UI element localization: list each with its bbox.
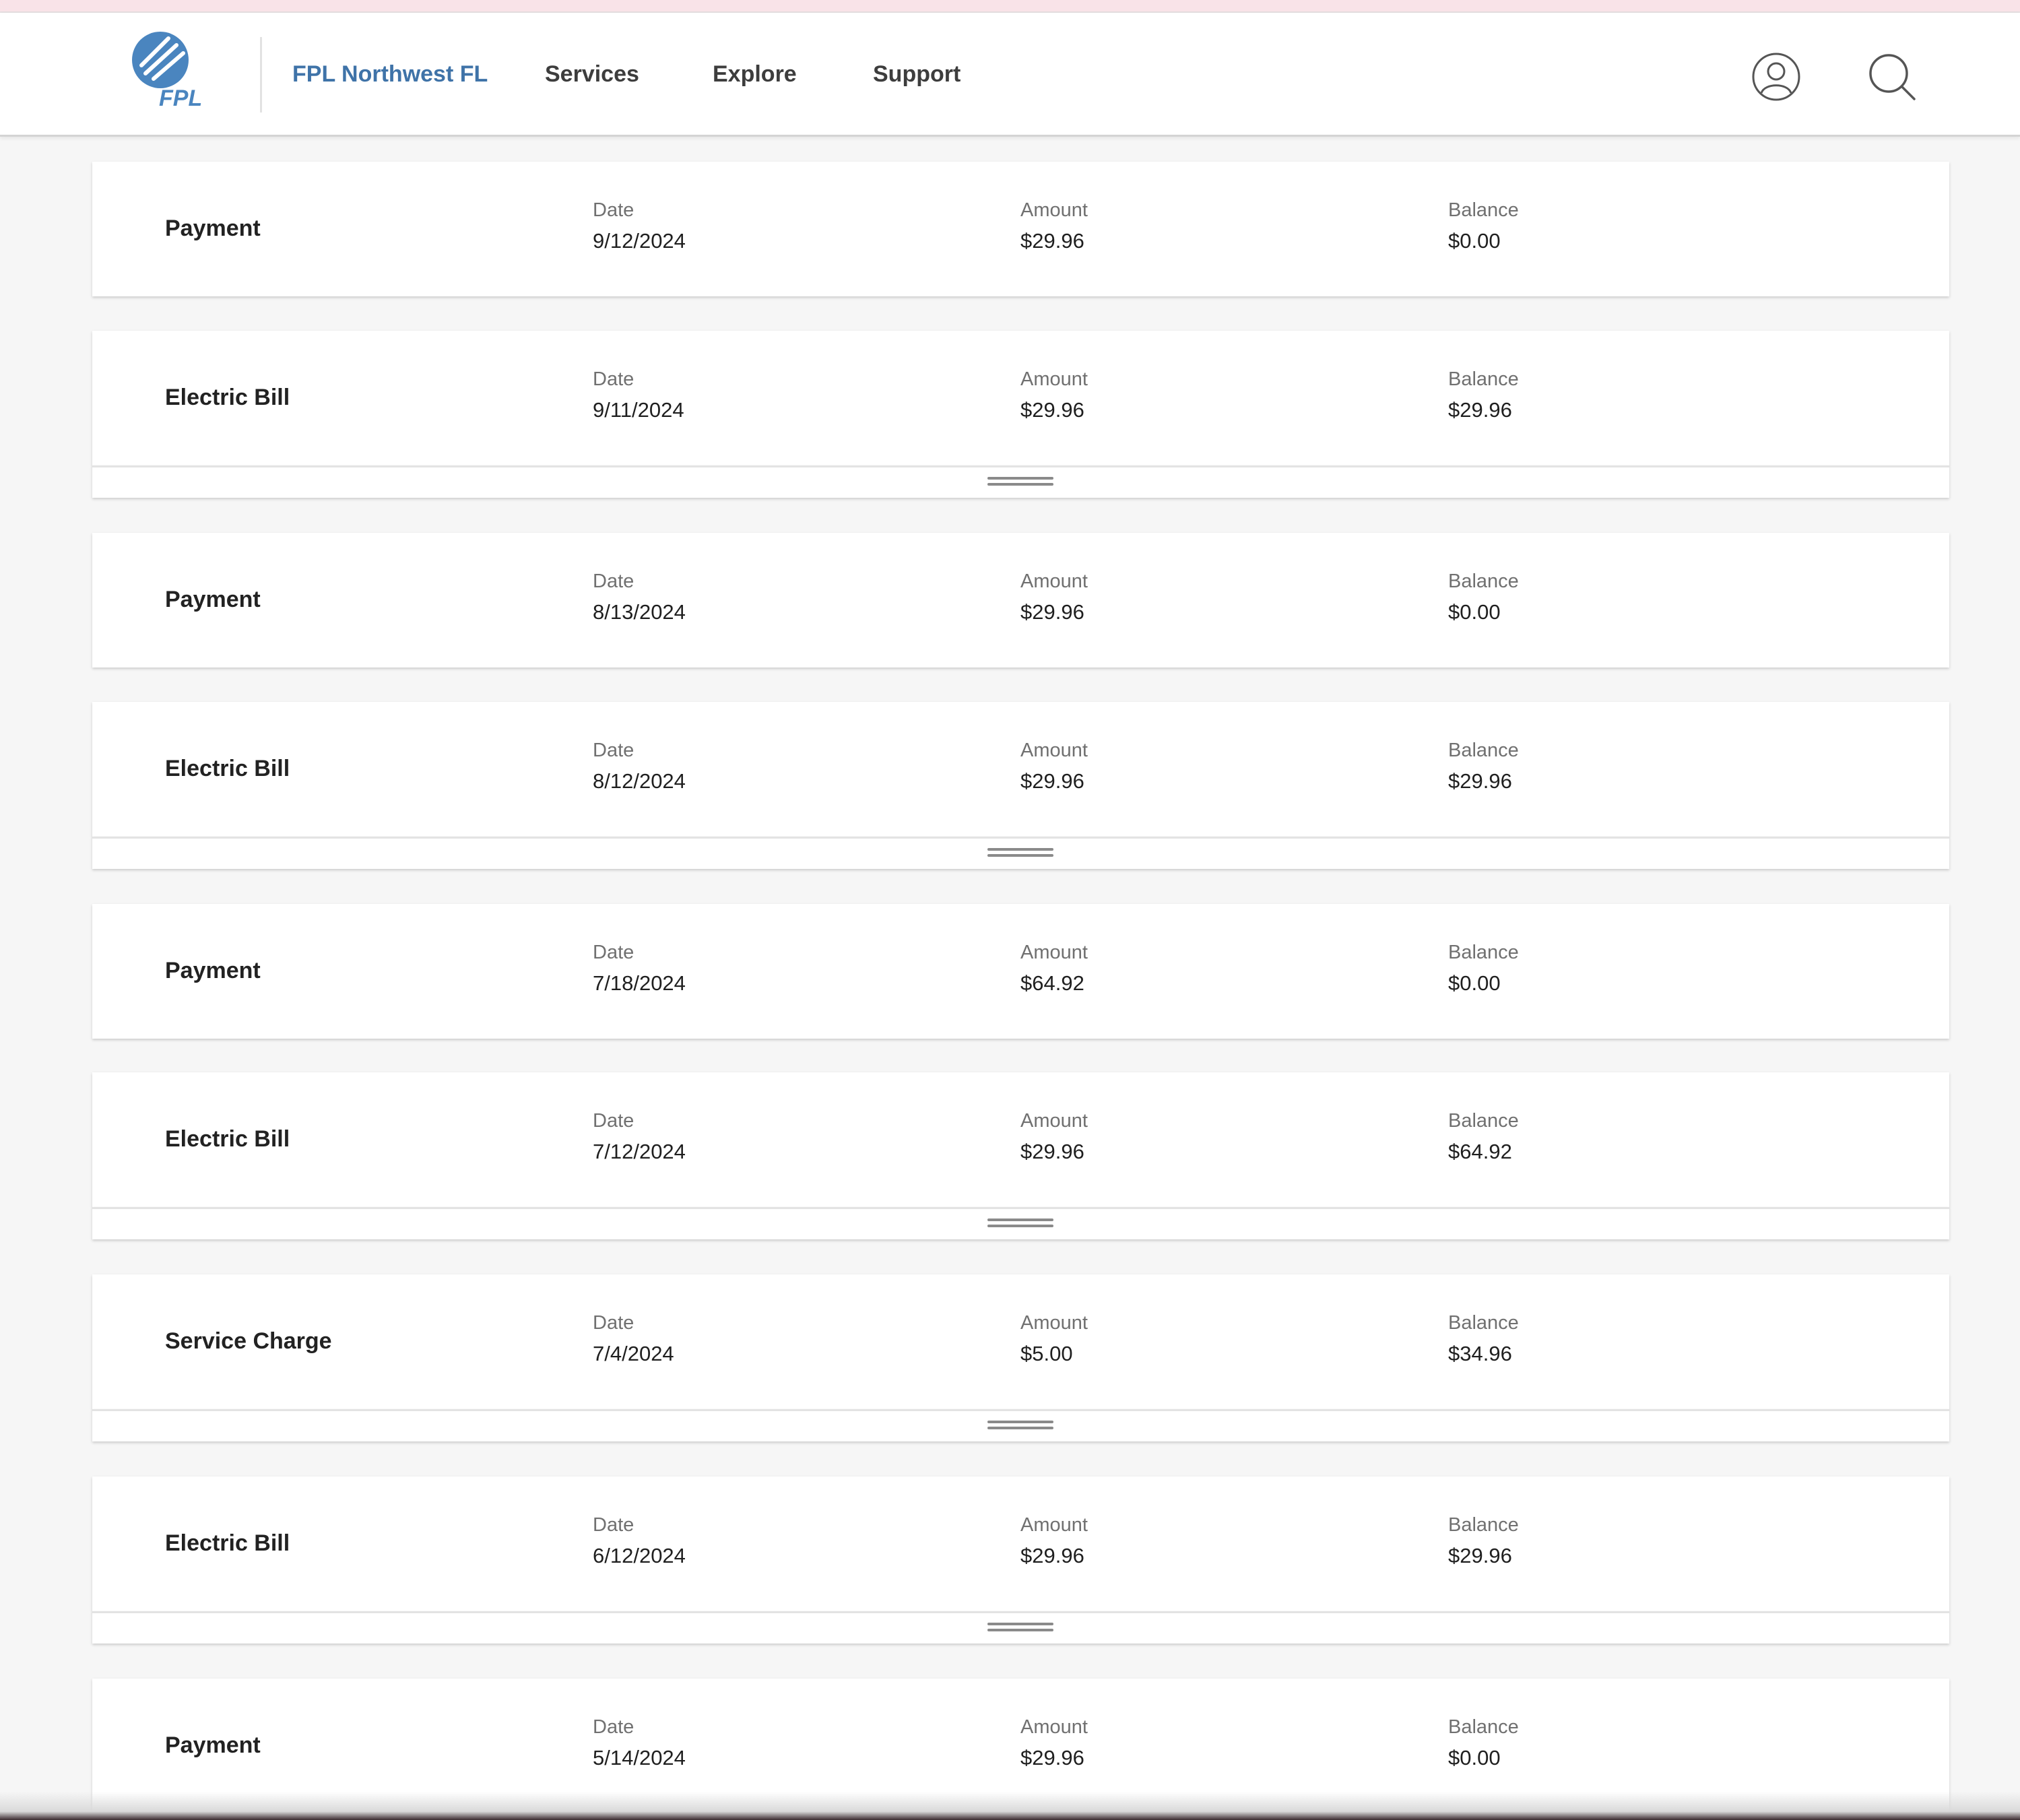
- amount-value: $29.96: [1020, 600, 1084, 624]
- balance-value: $0.00: [1448, 229, 1501, 253]
- transaction-type: Electric Bill: [165, 1530, 290, 1556]
- date-value: 8/12/2024: [593, 769, 686, 793]
- nav-services[interactable]: Services: [545, 61, 639, 88]
- transaction-card[interactable]: Electric Bill Date 8/12/2024 Amount $29.…: [92, 702, 1949, 837]
- amount-value: $29.96: [1020, 769, 1084, 793]
- date-value: 9/12/2024: [593, 229, 686, 253]
- amount-value: $5.00: [1020, 1342, 1073, 1365]
- amount-label: Amount: [1020, 199, 1088, 221]
- balance-value: $0.00: [1448, 1746, 1501, 1769]
- nav-explore[interactable]: Explore: [713, 61, 797, 88]
- logo-text: FPL: [159, 86, 202, 111]
- expand-details-toggle[interactable]: [92, 837, 1949, 869]
- search-icon[interactable]: [1866, 51, 1918, 103]
- balance-value: $29.96: [1448, 398, 1512, 422]
- balance-value: $29.96: [1448, 1544, 1512, 1567]
- amount-label: Amount: [1020, 571, 1088, 592]
- balance-label: Balance: [1448, 1514, 1519, 1536]
- drag-handle-icon: [987, 1421, 1053, 1430]
- drag-handle-icon: [987, 1623, 1053, 1632]
- balance-label: Balance: [1448, 571, 1519, 592]
- date-label: Date: [593, 368, 634, 390]
- amount-value: $64.92: [1020, 971, 1084, 995]
- transaction-card[interactable]: Electric Bill Date 6/12/2024 Amount $29.…: [92, 1476, 1949, 1611]
- balance-label: Balance: [1448, 199, 1519, 221]
- date-label: Date: [593, 740, 634, 761]
- date-label: Date: [593, 1110, 634, 1132]
- amount-value: $29.96: [1020, 229, 1084, 253]
- amount-label: Amount: [1020, 740, 1088, 761]
- amount-value: $29.96: [1020, 1544, 1084, 1567]
- date-value: 7/4/2024: [593, 1342, 674, 1365]
- balance-value: $0.00: [1448, 971, 1501, 995]
- amount-value: $29.96: [1020, 1746, 1084, 1769]
- drag-handle-icon: [987, 848, 1053, 857]
- amount-label: Amount: [1020, 1312, 1088, 1334]
- transaction-type: Payment: [165, 216, 261, 241]
- date-value: 8/13/2024: [593, 600, 686, 624]
- browser-top-strip: [0, 0, 2020, 13]
- balance-value: $29.96: [1448, 769, 1512, 793]
- date-label: Date: [593, 199, 634, 221]
- balance-label: Balance: [1448, 1716, 1519, 1738]
- amount-label: Amount: [1020, 1110, 1088, 1132]
- transaction-type: Service Charge: [165, 1328, 332, 1354]
- date-label: Date: [593, 571, 634, 592]
- transaction-card[interactable]: Payment Date 8/13/2024 Amount $29.96 Bal…: [92, 533, 1949, 668]
- date-label: Date: [593, 942, 634, 963]
- amount-label: Amount: [1020, 942, 1088, 963]
- date-value: 5/14/2024: [593, 1746, 686, 1769]
- drag-handle-icon: [987, 477, 1053, 486]
- balance-value: $64.92: [1448, 1140, 1512, 1163]
- transaction-card[interactable]: Service Charge Date 7/4/2024 Amount $5.0…: [92, 1274, 1949, 1409]
- balance-label: Balance: [1448, 740, 1519, 761]
- expand-details-toggle[interactable]: [92, 465, 1949, 498]
- date-label: Date: [593, 1312, 634, 1334]
- transaction-card[interactable]: Electric Bill Date 9/11/2024 Amount $29.…: [92, 331, 1949, 465]
- date-label: Date: [593, 1716, 634, 1738]
- amount-label: Amount: [1020, 368, 1088, 390]
- amount-value: $29.96: [1020, 1140, 1084, 1163]
- expand-details-toggle[interactable]: [92, 1207, 1949, 1239]
- transaction-type: Electric Bill: [165, 756, 290, 781]
- header-divider: [260, 37, 262, 112]
- window-bottom-edge: [0, 1792, 2020, 1820]
- transaction-type: Payment: [165, 1732, 261, 1758]
- amount-label: Amount: [1020, 1514, 1088, 1536]
- balance-label: Balance: [1448, 1110, 1519, 1132]
- amount-value: $29.96: [1020, 398, 1084, 422]
- date-label: Date: [593, 1514, 634, 1536]
- balance-value: $0.00: [1448, 600, 1501, 624]
- expand-details-toggle[interactable]: [92, 1409, 1949, 1441]
- date-value: 7/18/2024: [593, 971, 686, 995]
- expand-details-toggle[interactable]: [92, 1611, 1949, 1644]
- drag-handle-icon: [987, 1218, 1053, 1228]
- transaction-card[interactable]: Payment Date 7/18/2024 Amount $64.92 Bal…: [92, 904, 1949, 1039]
- transaction-type: Electric Bill: [165, 1126, 290, 1152]
- balance-value: $34.96: [1448, 1342, 1512, 1365]
- date-value: 9/11/2024: [593, 398, 684, 422]
- transaction-type: Payment: [165, 958, 261, 983]
- date-value: 7/12/2024: [593, 1140, 686, 1163]
- amount-label: Amount: [1020, 1716, 1088, 1738]
- transaction-card[interactable]: Electric Bill Date 7/12/2024 Amount $29.…: [92, 1072, 1949, 1207]
- account-icon[interactable]: [1750, 51, 1802, 103]
- date-value: 6/12/2024: [593, 1544, 686, 1567]
- nav-brand-link[interactable]: FPL Northwest FL: [292, 61, 488, 88]
- transaction-type: Electric Bill: [165, 385, 290, 410]
- balance-label: Balance: [1448, 942, 1519, 963]
- balance-label: Balance: [1448, 368, 1519, 390]
- nav-support[interactable]: Support: [873, 61, 960, 88]
- balance-label: Balance: [1448, 1312, 1519, 1334]
- transaction-card[interactable]: Payment Date 9/12/2024 Amount $29.96 Bal…: [92, 162, 1949, 296]
- transaction-type: Payment: [165, 587, 261, 612]
- fpl-logo[interactable]: FPL: [129, 30, 224, 111]
- site-header: FPL FPL Northwest FL Services Explore Su…: [0, 13, 2020, 137]
